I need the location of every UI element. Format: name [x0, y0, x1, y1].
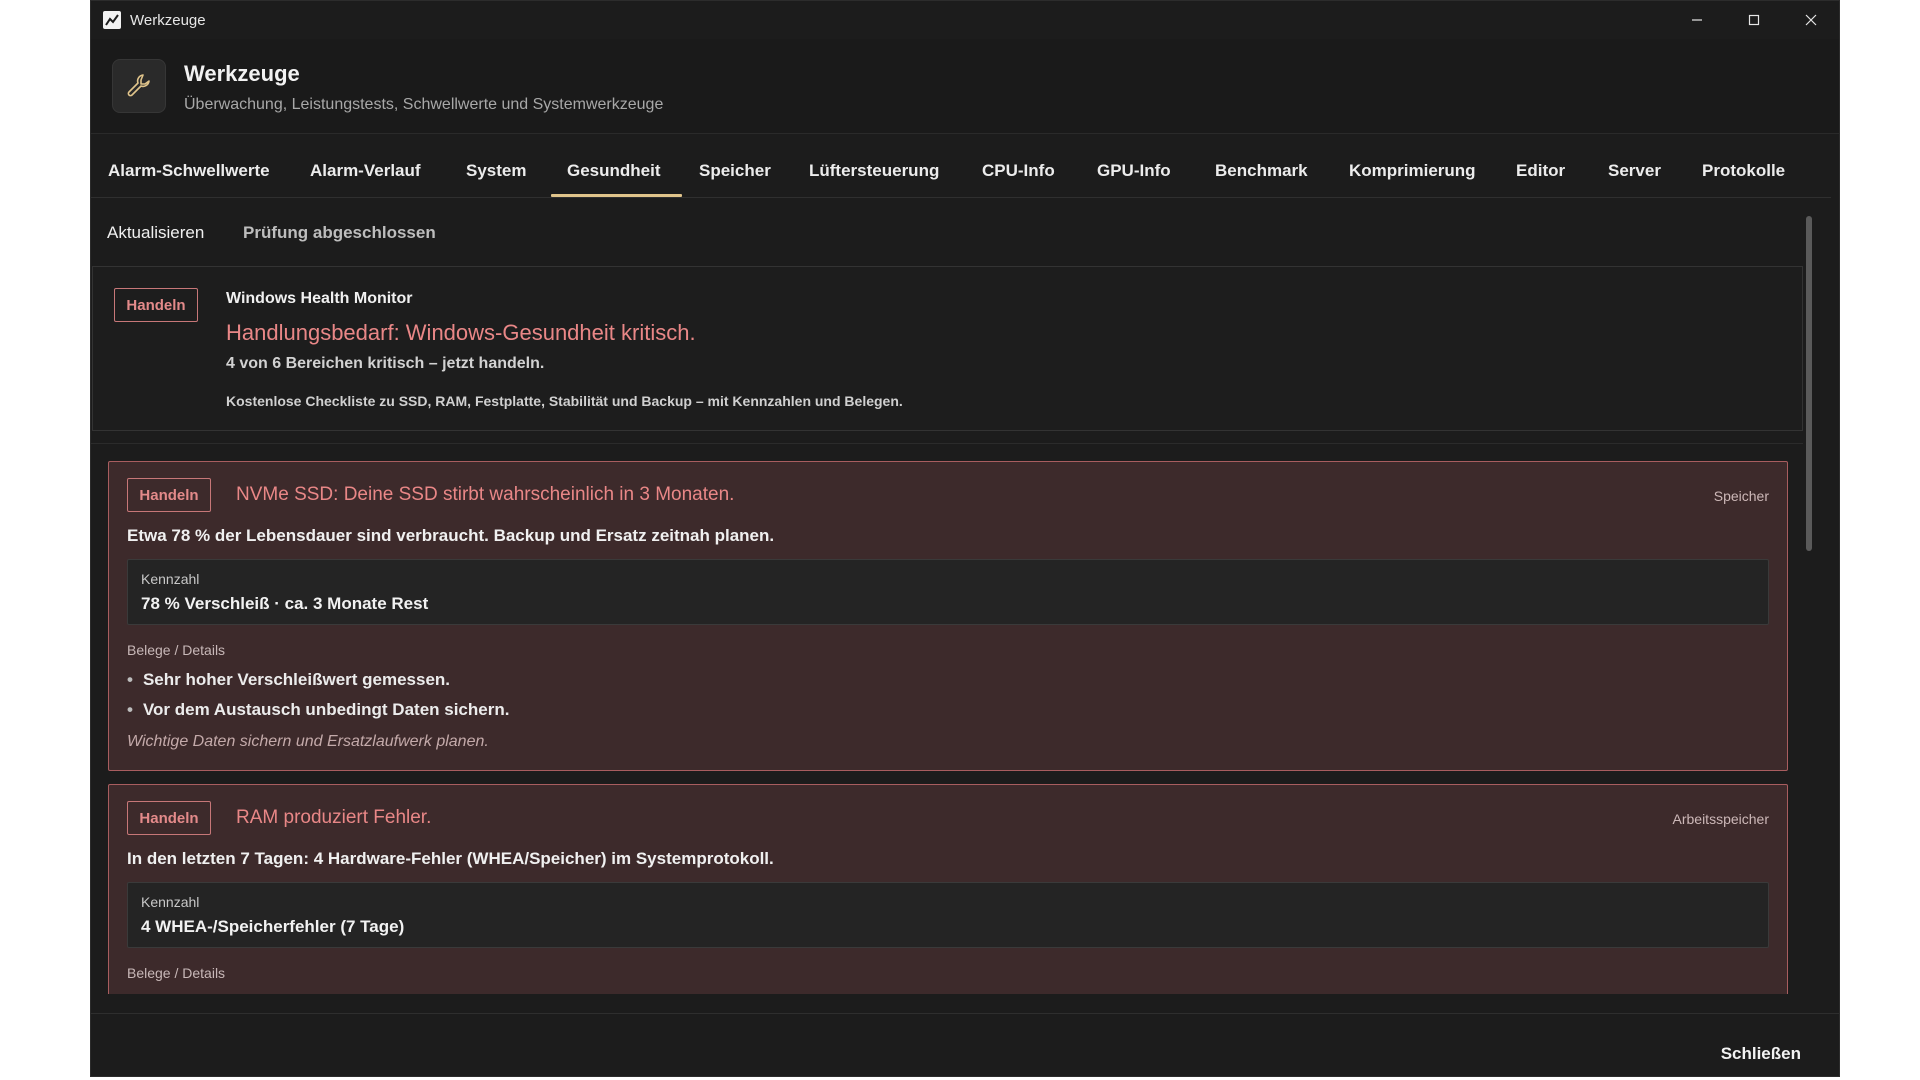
minimize-button[interactable] [1668, 1, 1725, 39]
finding-recommendation: Wichtige Daten sichern und Ersatzlaufwer… [127, 733, 489, 750]
tab-alarm-schwellwerte[interactable]: Alarm-Schwellwerte [108, 161, 270, 181]
finding-title: RAM produziert Fehler. [236, 807, 432, 828]
tab-alarm-verlauf[interactable]: Alarm-Verlauf [310, 161, 421, 181]
close-window-button[interactable] [1782, 1, 1839, 39]
scrollbar-thumb[interactable] [1806, 216, 1812, 551]
window-title: Werkzeuge [130, 11, 206, 29]
active-tab-indicator [551, 194, 682, 197]
kpi-box: Kennzahl 78 % Verschleiß · ca. 3 Monate … [127, 559, 1769, 625]
dialog-footer: Schließen [91, 1013, 1839, 1076]
finding-title: NVMe SSD: Deine SSD stirbt wahrscheinlic… [236, 484, 735, 505]
detail-item: • Vor dem Austausch unbedingt Daten siche… [127, 700, 510, 719]
tab-bar: Alarm-Schwellwerte Alarm-Verlauf System … [91, 151, 1831, 198]
details-label: Belege / Details [127, 642, 226, 658]
vertical-scrollbar[interactable] [1803, 216, 1815, 996]
page-title: Werkzeuge [184, 61, 300, 86]
maximize-icon [1748, 14, 1759, 26]
kpi-label: Kennzahl [141, 571, 200, 587]
tab-system[interactable]: System [466, 161, 526, 181]
tab-gesundheit[interactable]: Gesundheit [567, 161, 661, 181]
kpi-value: 4 WHEA-/Speicherfehler (7 Tage) [141, 917, 405, 936]
tab-komprimierung[interactable]: Komprimierung [1349, 161, 1476, 181]
finding-category: Arbeitsspeicher [1672, 811, 1770, 827]
page-header: Werkzeuge Überwachung, Leistungstests, S… [91, 39, 1839, 134]
tab-server[interactable]: Server [1608, 161, 1661, 181]
status-badge: Handeln [127, 801, 211, 835]
tab-cpu-info[interactable]: CPU-Info [982, 161, 1055, 181]
finding-card-ram: Handeln RAM produziert Fehler. Arbeitssp… [108, 784, 1788, 994]
summary-note: Kostenlose Checkliste zu SSD, RAM, Festp… [226, 393, 903, 409]
summary-source: Windows Health Monitor [226, 290, 413, 307]
kpi-box: Kennzahl 4 WHEA-/Speicherfehler (7 Tage) [127, 882, 1769, 948]
summary-line: 4 von 6 Bereichen kritisch – jetzt hande… [226, 355, 545, 372]
divider [91, 443, 1803, 444]
kpi-label: Kennzahl [141, 894, 200, 910]
content-scroll-area[interactable]: Handeln Windows Health Monitor Handlungs… [91, 266, 1803, 994]
close-icon [1805, 14, 1816, 26]
title-bar[interactable]: Werkzeuge [91, 1, 1839, 39]
wrench-icon [112, 59, 166, 113]
details-label: Belege / Details [127, 965, 226, 981]
tab-protokolle[interactable]: Protokolle [1702, 161, 1785, 181]
finding-category: Speicher [1713, 488, 1769, 504]
app-window: Werkzeuge Werkzeuge Überwachung, Leistun… [90, 0, 1840, 1077]
tab-gpu-info[interactable]: GPU-Info [1097, 161, 1171, 181]
page-subtitle: Überwachung, Leistungstests, Schwellwert… [184, 96, 664, 113]
tab-editor[interactable]: Editor [1516, 161, 1565, 181]
minimize-icon [1691, 19, 1702, 21]
finding-description: In den letzten 7 Tagen: 4 Hardware-Fehle… [127, 849, 774, 868]
finding-card-ssd: Handeln NVMe SSD: Deine SSD stirbt wahrs… [108, 461, 1788, 771]
summary-headline: Handlungsbedarf: Windows-Gesundheit krit… [226, 320, 696, 345]
tab-benchmark[interactable]: Benchmark [1215, 161, 1308, 181]
status-badge: Handeln [114, 288, 198, 322]
finding-description: Etwa 78 % der Lebensdauer sind verbrauch… [127, 526, 775, 545]
status-badge: Handeln [127, 478, 211, 512]
summary-panel: Handeln Windows Health Monitor Handlungs… [92, 266, 1803, 431]
app-logo-icon [103, 11, 121, 29]
tab-lueftersteuerung[interactable]: Lüftersteuerung [809, 161, 939, 181]
close-button[interactable]: Schließen [1721, 1044, 1801, 1064]
kpi-value: 78 % Verschleiß · ca. 3 Monate Rest [141, 594, 429, 613]
refresh-button[interactable]: Aktualisieren [107, 223, 204, 243]
detail-item: • Sehr hoher Verschleißwert gemessen. [127, 670, 451, 689]
maximize-button[interactable] [1725, 1, 1782, 39]
tab-speicher[interactable]: Speicher [699, 161, 771, 181]
window-controls [1668, 1, 1839, 39]
status-text: Prüfung abgeschlossen [243, 223, 436, 242]
